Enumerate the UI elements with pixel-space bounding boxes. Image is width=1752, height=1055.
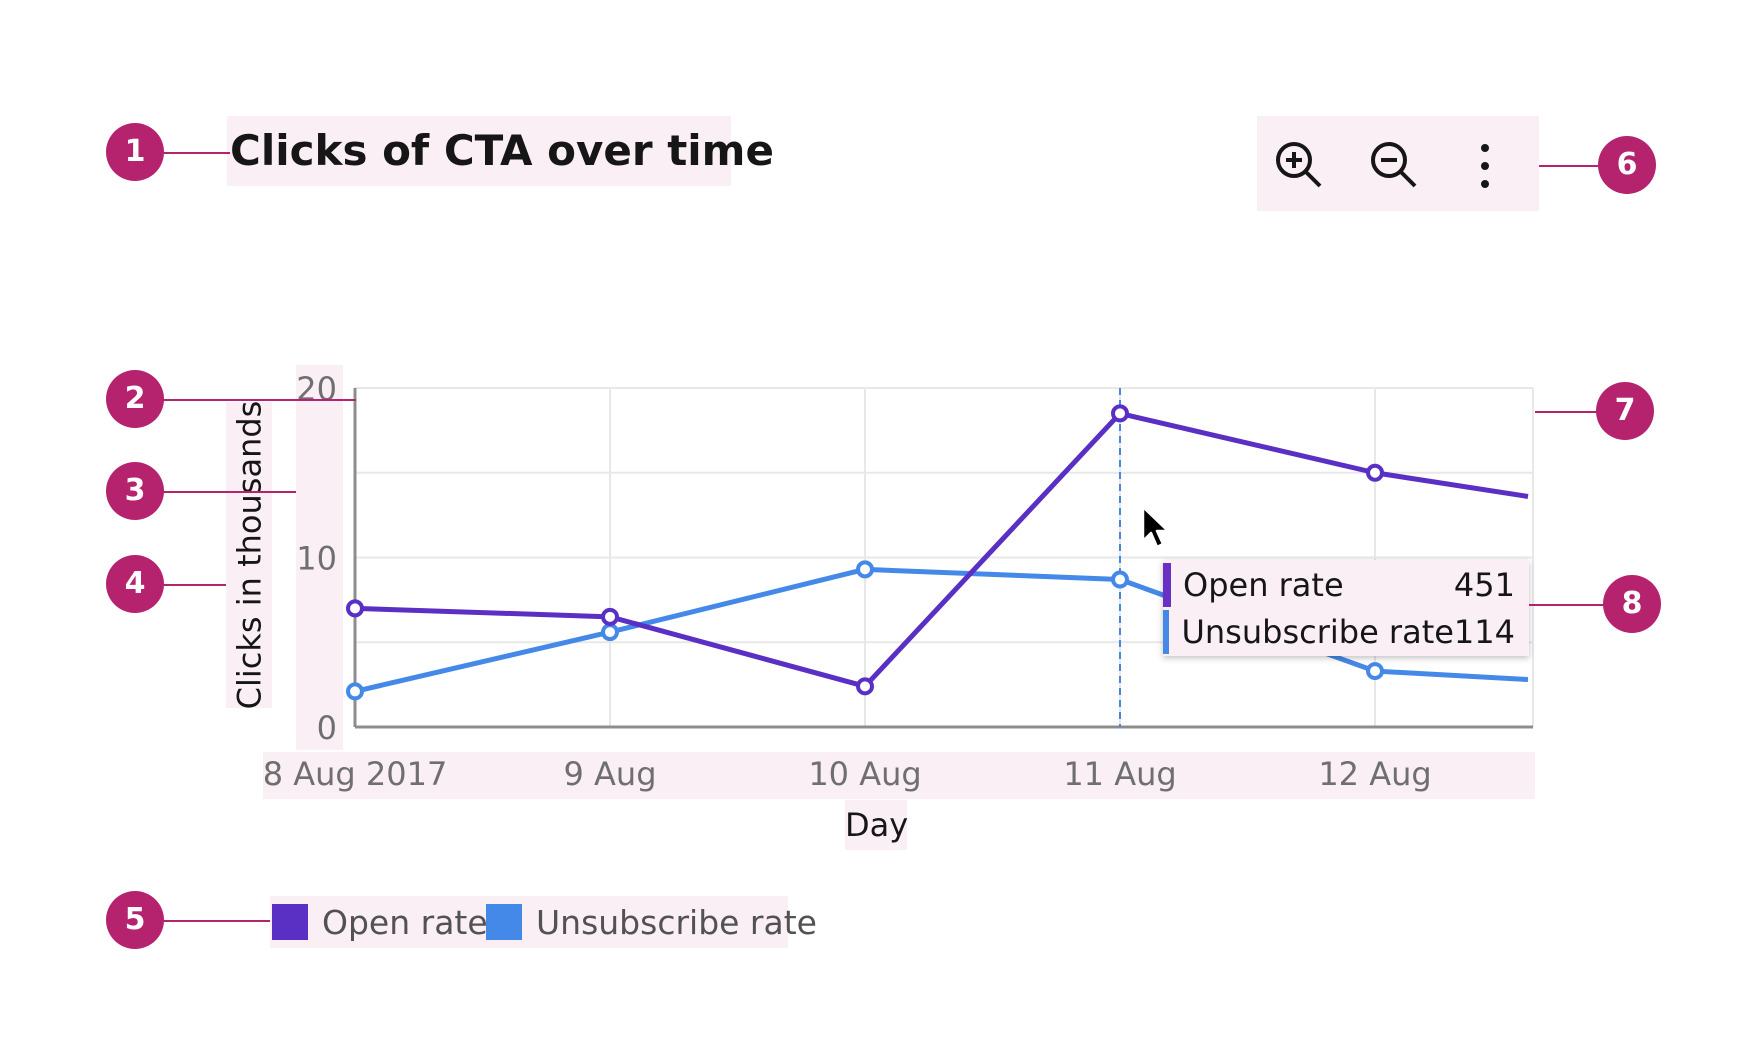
y-tick-label: 10 [296,540,337,578]
legend-swatch [272,904,308,940]
legend-label: Unsubscribe rate [536,902,817,942]
x-tick-label: 12 Aug [1318,755,1431,793]
tooltip-row-unsubscribe-rate: Unsubscribe rate 114 [1163,609,1529,655]
data-point [1111,404,1129,423]
callout-badge: 4 [106,555,164,613]
tooltip-row-open-rate: Open rate 451 [1163,562,1529,608]
x-tick-label: 11 Aug [1063,755,1176,793]
data-point [601,607,619,626]
data-point [1366,463,1384,482]
y-tick-label: 0 [317,709,337,747]
data-point [856,560,874,579]
x-tick-label: 9 Aug [563,755,656,793]
y-axis-title-text: Clicks in thousands [230,400,269,710]
callout-leader [160,491,296,493]
callout-badge: 7 [1596,382,1654,440]
callout-leader [160,584,226,586]
legend: Open rate Unsubscribe rate [270,896,817,948]
tooltip-label: Open rate [1183,566,1344,604]
y-tick-labels: 0 10 20 [296,370,337,747]
callout-badge: 1 [106,123,164,181]
tooltip-label: Unsubscribe rate [1181,613,1454,651]
data-point [856,677,874,696]
tooltip-value: 451 [1453,566,1515,604]
y-tick-label: 20 [296,370,337,408]
legend-item-open-rate[interactable]: Open rate [272,902,488,942]
tooltip-color-bar [1163,610,1170,654]
legend-label: Open rate [322,902,488,942]
tooltip-color-bar [1163,563,1171,607]
y-axis-title: Clicks in thousands [226,400,272,710]
data-point [1366,662,1384,681]
callout-badge: 5 [106,891,164,949]
callout-badge: 3 [106,462,164,520]
x-tick-label: 10 Aug [808,755,921,793]
x-tick-labels: 8 Aug 2017 9 Aug 10 Aug 11 Aug 12 Aug [263,755,1432,793]
callout-badge: 2 [106,370,164,428]
mouse-cursor-icon [1141,505,1170,549]
data-point [601,623,619,642]
tooltip-value: 114 [1453,613,1515,651]
callout-badge: 8 [1603,575,1661,633]
legend-swatch [486,904,522,940]
x-tick-label: 8 Aug 2017 [263,755,448,793]
data-point [346,599,364,618]
data-point [1111,570,1129,589]
callout-badge: 6 [1598,136,1656,194]
callout-leader [160,152,230,154]
callout-leader [160,920,270,922]
callout-leader [160,399,356,401]
chart-grid [355,387,1534,727]
tooltip: Open rate 451 Unsubscribe rate 114 [1163,560,1529,656]
callout-leader [1529,604,1613,606]
legend-item-unsubscribe-rate[interactable]: Unsubscribe rate [486,902,817,942]
x-axis-title: Day [845,806,909,844]
data-point [346,682,364,701]
